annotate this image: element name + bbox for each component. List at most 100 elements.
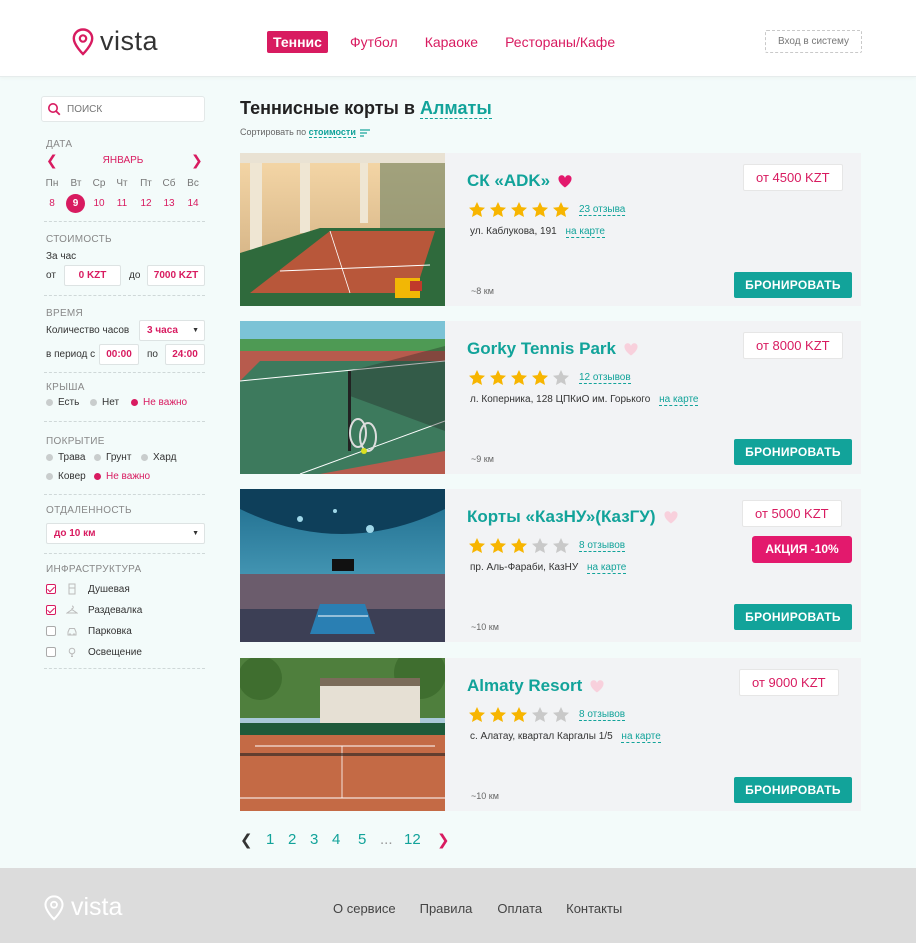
calendar-day[interactable]: 12 [136,198,156,209]
book-button[interactable]: БРОНИРОВАТЬ [734,439,852,465]
nav-football[interactable]: Футбол [350,31,398,53]
star-icon [511,202,527,217]
checkbox[interactable] [46,626,56,636]
cost-to-field[interactable]: 7000 KZT [147,265,205,286]
search-input[interactable] [67,103,187,115]
footer-link-about[interactable]: О сервисе [333,901,396,916]
sort-selector[interactable]: стоимости [308,127,356,138]
calendar-day[interactable]: 14 [183,198,203,209]
court-name[interactable]: Almaty Resort [467,676,604,696]
sort-icon[interactable] [360,129,371,137]
page-link[interactable]: 3 [310,831,318,848]
reviews-link[interactable]: 8 отзывов [579,709,626,721]
roof-option-yes[interactable]: Есть [46,397,79,408]
period-to-field[interactable]: 24:00 [165,344,205,365]
nav-karaoke[interactable]: Караоке [425,31,478,53]
favorite-heart-icon[interactable] [663,510,678,524]
location-pin-icon [44,894,64,921]
footer-link-contacts[interactable]: Контакты [566,901,622,916]
court-price: от 5000 KZT [742,500,842,527]
court-name[interactable]: Корты «КазНУ»(КазГУ) [467,507,678,527]
radio-dot [46,454,53,461]
footer-link-payment[interactable]: Оплата [497,901,542,916]
next-month-icon[interactable]: ❯ [191,153,203,167]
surface-option-clay[interactable]: Грунт [94,452,131,463]
map-link[interactable]: на карте [621,731,661,743]
court-address: пр. Аль-Фараби, КазНУ на карте [470,562,627,574]
calendar-day[interactable]: 13 [159,198,179,209]
nav-tennis[interactable]: Теннис [267,31,328,53]
court-distance: ~8 км [471,286,494,296]
login-button[interactable]: Вход в систему [765,30,862,53]
reviews-link[interactable]: 8 отзывов [579,540,626,552]
court-photo[interactable] [240,153,445,306]
book-button[interactable]: БРОНИРОВАТЬ [734,604,852,630]
court-distance: ~10 км [471,791,499,801]
next-page-icon[interactable]: ❯ [437,831,450,849]
surface-option-any[interactable]: Не важно [94,471,150,482]
calendar-day[interactable]: 11 [112,198,132,209]
favorite-heart-icon[interactable] [558,174,572,188]
page-link[interactable]: 1 [266,831,274,848]
court-name[interactable]: Gorky Tennis Park [467,339,638,359]
court-photo[interactable] [240,658,445,811]
page-link[interactable]: 5 [358,831,366,848]
hours-select[interactable]: 3 часа ▼ [139,320,205,341]
court-name[interactable]: СК «ADK» [467,171,572,191]
court-photo[interactable] [240,321,445,474]
promo-badge: АКЦИЯ -10% [752,536,852,563]
roof-option-no[interactable]: Нет [90,397,119,408]
favorite-heart-icon[interactable] [624,342,638,356]
infra-shower[interactable]: Душевая [46,582,130,596]
calendar-day[interactable]: 10 [89,198,109,209]
logo[interactable]: vista [72,26,158,57]
footer-link-rules[interactable]: Правила [420,901,473,916]
infra-changing-room[interactable]: Раздевалка [46,603,142,617]
star-icon [469,202,485,217]
calendar-day[interactable]: 8 [42,198,62,209]
book-button[interactable]: БРОНИРОВАТЬ [734,272,852,298]
page-link[interactable]: 2 [288,831,296,848]
reviews-link[interactable]: 12 отзывов [579,372,631,384]
cost-from-field[interactable]: 0 KZT [64,265,121,286]
surface-option-grass[interactable]: Трава [46,452,85,463]
footer-logo[interactable]: vista [43,893,122,922]
nav-restaurants[interactable]: Рестораны/Кафе [505,31,615,53]
page-link[interactable]: 4 [332,831,340,848]
court-name-text: Gorky Tennis Park [467,339,616,358]
court-card: Корты «КазНУ»(КазГУ) 8 отзывов пр. Аль-Ф… [240,489,861,642]
period-from-field[interactable]: 00:00 [99,344,139,365]
court-address: л. Коперника, 128 ЦПКиО им. Горького на … [470,394,699,406]
map-link[interactable]: на карте [659,394,699,406]
page-ellipsis: ... [380,831,393,848]
divider [44,494,205,495]
rating-stars: 12 отзывов [468,369,631,387]
map-link[interactable]: на карте [565,226,605,238]
checkbox[interactable] [46,605,56,615]
city-selector[interactable]: Алматы [419,98,492,119]
checkbox[interactable] [46,647,56,657]
checkbox[interactable] [46,584,56,594]
hours-select-value: 3 часа [147,325,178,336]
calendar-day-selected[interactable]: 9 [66,194,85,213]
roof-option-any[interactable]: Не важно [131,397,187,408]
prev-page-icon[interactable]: ❮ [240,831,253,849]
radio-dot [94,454,101,461]
surface-option-hard[interactable]: Хард [141,452,176,463]
location-pin-icon [72,27,94,56]
infra-lighting[interactable]: Освещение [46,645,142,659]
weekday-label: Вс [187,178,199,189]
infra-parking[interactable]: Парковка [46,624,132,638]
period-label: в период с [46,349,96,360]
search-box[interactable] [41,96,205,122]
reviews-link[interactable]: 23 отзыва [579,204,626,216]
distance-select[interactable]: до 10 км ▼ [46,523,205,544]
favorite-heart-icon[interactable] [590,679,604,693]
page-link[interactable]: 12 [404,831,421,848]
book-button[interactable]: БРОНИРОВАТЬ [734,777,852,803]
map-link[interactable]: на карте [586,562,627,574]
surface-option-carpet[interactable]: Ковер [46,471,86,482]
star-icon [553,707,569,722]
court-photo[interactable] [240,489,445,642]
divider [44,553,205,554]
